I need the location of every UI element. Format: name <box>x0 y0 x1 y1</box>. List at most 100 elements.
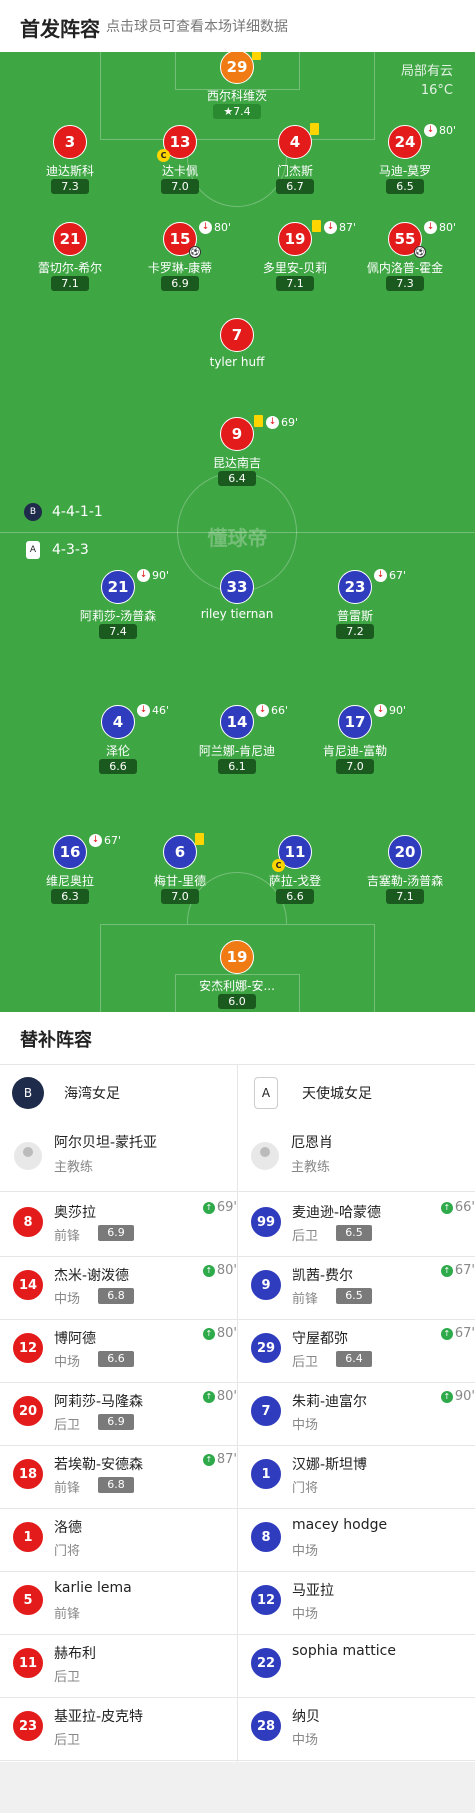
substitution-out: ↓ 90' <box>137 568 169 582</box>
bench-player-row[interactable]: 1 汉娜-斯坦博 门将 <box>250 1446 475 1508</box>
player-name: 阿莉莎-汤普森 <box>79 609 157 623</box>
player-marker[interactable]: 4 泽伦 6.6 ↓ 46' <box>53 703 183 785</box>
bench-player-number: 8 <box>12 1206 44 1238</box>
lineup-subtitle: 点击球员可查看本场详细数据 <box>106 19 288 35</box>
bench-player-row[interactable]: 28 纳贝 中场 <box>250 1698 475 1760</box>
substitution-in-icon: ↑ <box>440 1201 453 1214</box>
bench-player-row[interactable]: 14 杰米-谢泼德 中场 6.8 ↑ 80' <box>12 1257 237 1319</box>
substitution-in: ↑ 66' <box>440 1200 475 1215</box>
player-marker[interactable]: 17 肯尼迪-富勒 7.0 ↓ 90' <box>290 703 420 785</box>
bench-player-row[interactable]: 11 赫布利 后卫 <box>12 1635 237 1697</box>
player-name: riley tiernan <box>200 607 274 621</box>
substitution-in: ↑ 80' <box>202 1389 237 1404</box>
player-number-circle: 9 <box>220 417 254 451</box>
player-marker[interactable]: 15 卡罗琳-康蒂 6.9 ⚽ ↓ 80' <box>115 220 245 302</box>
player-marker[interactable]: 6 梅甘-里德 7.0 <box>115 833 245 915</box>
lineup-header: 首发阵容 点击球员可查看本场详细数据 <box>0 0 475 52</box>
home-team-header[interactable]: B 海湾女足 <box>12 1067 120 1119</box>
goal-ball-icon: ⚽ <box>414 246 426 258</box>
bench-player-row[interactable]: 12 马亚拉 中场 <box>250 1572 475 1634</box>
bench-player-number: 5 <box>12 1584 44 1616</box>
substitution-out: ↓ 80' <box>424 123 456 137</box>
bench-player-name: macey hodge <box>292 1517 388 1533</box>
bench-player-number: 99 <box>250 1206 282 1238</box>
player-rating: 7.2 <box>336 624 374 639</box>
player-marker[interactable]: 14 阿兰娜-肯尼迪 6.1 ↓ 66' <box>172 703 302 785</box>
player-number-circle: 19 <box>278 222 312 256</box>
player-marker[interactable]: 29 西尔科维茨 ★7.4 <box>172 52 302 130</box>
player-marker[interactable]: 13 达卡佩 7.0 C <box>115 125 245 205</box>
player-rating: 6.4 <box>218 471 256 486</box>
player-marker[interactable]: 7 tyler huff <box>172 318 302 398</box>
bench-player-row[interactable]: 8 奥莎拉 前锋 6.9 ↑ 69' <box>12 1194 237 1256</box>
player-number-circle: 21 <box>53 222 87 256</box>
away-coach[interactable]: 厄恩肖 主教练 <box>251 1130 461 1186</box>
bench-player-row[interactable]: 99 麦迪逊-哈蒙德 后卫 6.5 ↑ 66' <box>250 1194 475 1256</box>
bench-player-position: 前锋 <box>292 1292 319 1307</box>
home-coach-name: 阿尔贝坦-蒙托亚 <box>54 1135 158 1151</box>
player-number-circle: 33 <box>220 570 254 604</box>
substitution-out-icon: ↓ <box>374 568 387 582</box>
player-marker[interactable]: 23 普雷斯 7.2 ↓ 67' <box>290 568 420 650</box>
bench-player-row[interactable]: 23 基亚拉-皮克特 后卫 <box>12 1698 237 1760</box>
player-number-circle: 20 <box>388 835 422 869</box>
home-coach[interactable]: 阿尔贝坦-蒙托亚 主教练 <box>14 1130 224 1186</box>
player-marker[interactable]: 20 吉塞勒-汤普森 7.1 <box>340 835 470 915</box>
substitution-in: ↑ 90' <box>440 1389 475 1404</box>
substitution-out: ↓ 66' <box>256 703 288 717</box>
bench-player-number: 12 <box>250 1584 282 1616</box>
bench-player-number: 7 <box>250 1395 282 1427</box>
home-team-name: 海湾女足 <box>64 1086 120 1102</box>
bench-player-row[interactable]: 20 阿莉莎-马隆森 后卫 6.9 ↑ 80' <box>12 1383 237 1445</box>
player-rating: 7.4 <box>99 624 137 639</box>
bench-player-number: 23 <box>12 1710 44 1742</box>
player-number-circle: 23 <box>338 570 372 604</box>
bench-player-number: 1 <box>12 1521 44 1553</box>
bench-player-name: 汉娜-斯坦博 <box>292 1457 368 1473</box>
player-name: 马迪-莫罗 <box>378 164 432 178</box>
player-marker[interactable]: 55 佩内洛普-霍金 7.3 ⚽ ↓ 80' <box>340 220 470 302</box>
yellow-card-icon <box>195 833 204 845</box>
bench-player-row[interactable]: 22 sophia mattice <box>250 1635 475 1697</box>
substitution-out: ↓ 69' <box>266 415 298 429</box>
lineup-title: 首发阵容 <box>20 17 100 41</box>
player-number-circle: 4 <box>101 705 135 739</box>
player-marker[interactable]: 24 马迪-莫罗 6.5 ↓ 80' <box>340 123 470 205</box>
bench-player-name: 朱莉-迪富尔 <box>292 1394 368 1410</box>
player-rating: 7.1 <box>51 276 89 291</box>
player-marker[interactable]: 33 riley tiernan <box>172 570 302 650</box>
bench-player-number: 14 <box>12 1269 44 1301</box>
bench-player-position: 后卫 <box>292 1229 319 1244</box>
bench-player-row[interactable]: 18 若埃勒-安德森 前锋 6.8 ↑ 87' <box>12 1446 237 1508</box>
player-rating: 6.0 <box>218 994 256 1009</box>
bench-player-row[interactable]: 7 朱莉-迪富尔 中场 ↑ 90' <box>250 1383 475 1445</box>
bench-player-row[interactable]: 5 karlie lema 前锋 <box>12 1572 237 1634</box>
bench-player-position: 后卫 <box>54 1670 81 1685</box>
bench-player-name: 凯茜-费尔 <box>292 1268 354 1284</box>
bench-player-row[interactable]: 12 博阿德 中场 6.6 ↑ 80' <box>12 1320 237 1382</box>
bench-player-number: 11 <box>12 1647 44 1679</box>
substitution-minute: 90' <box>152 568 170 582</box>
bench-player-row[interactable]: 29 守屋都弥 后卫 6.4 ↑ 67' <box>250 1320 475 1382</box>
player-rating: 6.3 <box>51 889 89 904</box>
bench-player-row[interactable]: 8 macey hodge 中场 <box>250 1509 475 1571</box>
player-marker[interactable]: 21 阿莉莎-汤普森 7.4 ↓ 90' <box>53 568 183 650</box>
away-logo-icon: A <box>26 541 40 559</box>
bench-player-row[interactable]: 9 凯茜-费尔 前锋 6.5 ↑ 67' <box>250 1257 475 1319</box>
substitution-in-icon: ↑ <box>440 1264 453 1277</box>
bench-player-row[interactable]: 1 洛德 门将 <box>12 1509 237 1571</box>
bench-player-name: karlie lema <box>54 1580 132 1596</box>
player-marker[interactable]: 9 昆达南吉 6.4 ↓ 69' <box>172 415 302 497</box>
player-rating: 7.1 <box>276 276 314 291</box>
substitution-in-icon: ↑ <box>202 1453 215 1466</box>
away-team-header[interactable]: A 天使城女足 <box>250 1067 372 1119</box>
weather-condition: 局部有云 <box>400 64 453 79</box>
substitution-in-icon: ↑ <box>202 1264 215 1277</box>
player-marker[interactable]: 19 安杰利娜-安... 6.0 <box>172 940 302 1012</box>
substitution-out-icon: ↓ <box>137 568 150 582</box>
bench-player-position: 中场 <box>54 1292 81 1307</box>
substitution-out: ↓ 46' <box>137 703 169 717</box>
substitution-in-minute: 66' <box>454 1200 475 1215</box>
bench-player-position: 前锋 <box>54 1229 81 1244</box>
bench-player-name: 麦迪逊-哈蒙德 <box>292 1205 382 1221</box>
